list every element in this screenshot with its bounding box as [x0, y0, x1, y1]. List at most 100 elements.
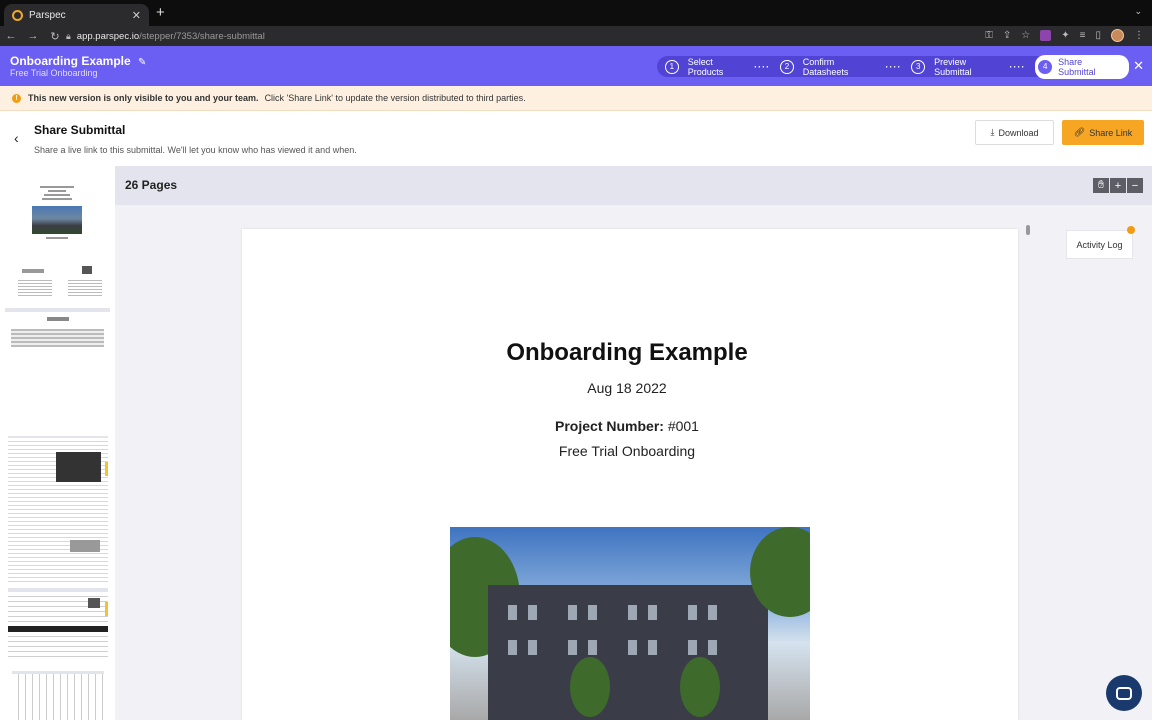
thumb-image	[56, 452, 101, 482]
browser-toolbar: ⚿ ⇪ ☆ ✦ ≡ ▯ ⋮	[985, 29, 1144, 42]
tree-shape	[570, 657, 610, 717]
pan-hand-icon[interactable]: ✋︎	[1093, 178, 1109, 193]
thumb-line	[40, 186, 74, 188]
forward-nav-icon[interactable]: →	[22, 30, 44, 42]
share-link-label: Share Link	[1089, 127, 1133, 138]
thumb-line	[48, 190, 66, 192]
zoom-out-button[interactable]: −	[1127, 178, 1143, 193]
step-share-submittal[interactable]: 4 Share Submittal	[1035, 54, 1130, 79]
side-panel-icon[interactable]: ▯	[1095, 30, 1101, 41]
browser-menu-icon[interactable]: ⋮	[1134, 30, 1144, 41]
step-preview-submittal[interactable]: 3 Preview Submittal ····	[911, 57, 1035, 77]
thumb-logo	[22, 269, 44, 273]
thumb-line	[44, 194, 70, 196]
building-photo	[450, 527, 810, 720]
step-number: 3	[911, 59, 926, 74]
tree-shape	[680, 657, 720, 717]
window-shape	[528, 640, 537, 655]
window-shape	[648, 605, 657, 620]
tab-search-chevron-icon[interactable]: ⌄	[1134, 6, 1142, 17]
page-thumbnails-panel[interactable]	[0, 166, 115, 720]
step-number: 4	[1038, 59, 1053, 74]
window-shape	[648, 640, 657, 655]
step-label: Select Products	[687, 56, 724, 77]
back-nav-icon[interactable]: ←	[0, 30, 22, 42]
page-thumbnail[interactable]	[12, 671, 104, 720]
thumb-logo	[46, 317, 69, 321]
step-connector: ····	[754, 61, 771, 72]
project-number-label: Project Number:	[555, 418, 664, 434]
chat-bubble-icon	[1116, 686, 1132, 700]
page-thumbnail[interactable]	[12, 264, 107, 304]
new-tab-button[interactable]: +	[156, 5, 165, 21]
app-header: Onboarding Example ✎ Free Trial Onboardi…	[0, 46, 1152, 86]
browser-tab-bar: Parspec ✕ + ⌄	[0, 0, 1152, 26]
step-label: Confirm Datasheets	[802, 56, 849, 77]
extension-icon[interactable]	[1040, 30, 1052, 41]
page-thumbnail[interactable]	[8, 588, 108, 658]
download-label: Download	[998, 127, 1039, 138]
activity-log-button[interactable]: Activity Log	[1066, 226, 1135, 259]
close-stepper-button[interactable]: ✕	[1133, 58, 1144, 74]
chat-support-button[interactable]	[1106, 675, 1142, 711]
window-shape	[508, 640, 517, 655]
parspec-favicon-icon	[12, 9, 23, 21]
tab-title: Parspec	[29, 9, 66, 21]
step-connector: ····	[885, 61, 902, 72]
window-shape	[588, 605, 597, 620]
notification-dot	[1127, 226, 1135, 234]
url-field[interactable]: 🔒︎ app.parspec.io /stepper/7353/share-su…	[66, 28, 966, 44]
back-chevron-icon[interactable]: ‹	[14, 130, 19, 146]
share-link-button[interactable]: 🔗︎ Share Link	[1062, 120, 1144, 145]
window-shape	[628, 605, 637, 620]
page-count: 26 Pages	[125, 178, 178, 192]
download-button[interactable]: ⤓ Download	[975, 120, 1054, 145]
reading-list-icon[interactable]: ≡	[1080, 30, 1086, 41]
thumb-line	[42, 198, 72, 200]
window-shape	[708, 640, 717, 655]
browser-tab[interactable]: Parspec ✕	[4, 4, 149, 26]
banner-strong-text: This new version is only visible to you …	[28, 93, 259, 103]
thumb-accent	[105, 462, 108, 476]
page-description: Share a live link to this submittal. We'…	[34, 145, 357, 155]
bookmark-star-icon[interactable]: ☆	[1021, 30, 1030, 41]
share-page-icon[interactable]: ⇪	[1003, 30, 1011, 41]
tab-close-icon[interactable]: ✕	[132, 9, 141, 22]
step-number: 1	[665, 59, 679, 74]
banner-text: Click 'Share Link' to update the version…	[264, 93, 526, 103]
edit-pencil-icon[interactable]: ✎	[138, 57, 146, 68]
window-shape	[568, 640, 577, 655]
window-shape	[588, 640, 597, 655]
window-shape	[568, 605, 577, 620]
doc-project-number: Project Number: #001	[242, 418, 1012, 434]
thumb-building-image	[32, 206, 82, 234]
profile-avatar[interactable]	[1111, 29, 1124, 42]
step-label: Share Submittal	[1058, 56, 1096, 77]
doc-subtitle: Free Trial Onboarding	[558, 443, 696, 459]
project-subtitle: Free Trial Onboarding	[10, 68, 98, 78]
puzzle-extensions-icon[interactable]: ✦	[1061, 30, 1069, 41]
zoom-in-button[interactable]: +	[1110, 178, 1126, 193]
viewer-scrollbar[interactable]	[1026, 225, 1030, 235]
key-icon[interactable]: ⚿	[985, 30, 993, 41]
project-title-row[interactable]: Onboarding Example ✎	[10, 54, 146, 68]
activity-log-label: Activity Log	[1076, 239, 1123, 250]
document-viewer[interactable]: Onboarding Example Aug 18 2022 Project N…	[115, 205, 1152, 720]
step-label: Preview Submittal	[934, 56, 972, 77]
viewer-toolbar: 26 Pages ✋︎ + −	[115, 166, 1152, 205]
page-thumbnail[interactable]	[12, 180, 102, 262]
download-icon: ⤓	[990, 127, 995, 137]
step-select-products[interactable]: 1 Select Products ····	[665, 57, 780, 77]
lock-icon: 🔒︎	[66, 30, 71, 41]
thumb-table-header	[8, 626, 108, 632]
window-shape	[708, 605, 717, 620]
page-thumbnail[interactable]	[5, 308, 110, 408]
thumb-table	[70, 540, 100, 552]
step-confirm-datasheets[interactable]: 2 Confirm Datasheets ····	[780, 57, 911, 77]
page-thumbnail[interactable]	[8, 436, 108, 582]
stepper: 1 Select Products ···· 2 Confirm Datashe…	[657, 54, 1130, 79]
thumb-line	[46, 237, 68, 239]
thumb-logo	[82, 266, 92, 274]
reload-icon[interactable]: ↻	[44, 30, 66, 43]
version-notice-banner: ! This new version is only visible to yo…	[0, 86, 1152, 111]
